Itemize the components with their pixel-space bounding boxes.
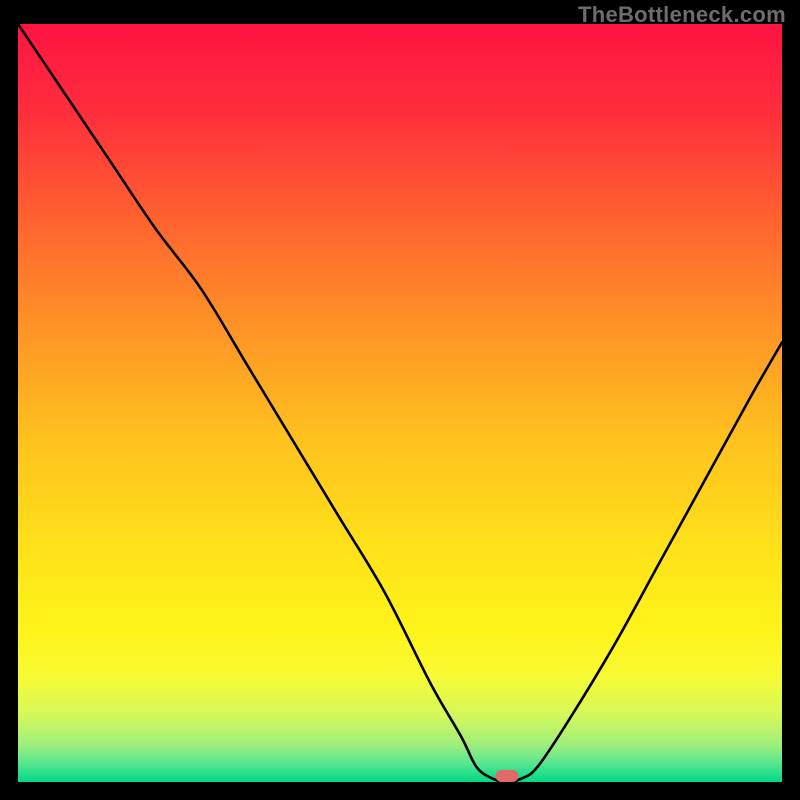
chart-frame: TheBottleneck.com	[0, 0, 800, 800]
optimal-marker	[496, 770, 519, 782]
gradient-background	[18, 24, 782, 782]
plot-area	[18, 24, 782, 782]
watermark-text: TheBottleneck.com	[578, 2, 786, 28]
bottleneck-chart	[18, 24, 782, 782]
